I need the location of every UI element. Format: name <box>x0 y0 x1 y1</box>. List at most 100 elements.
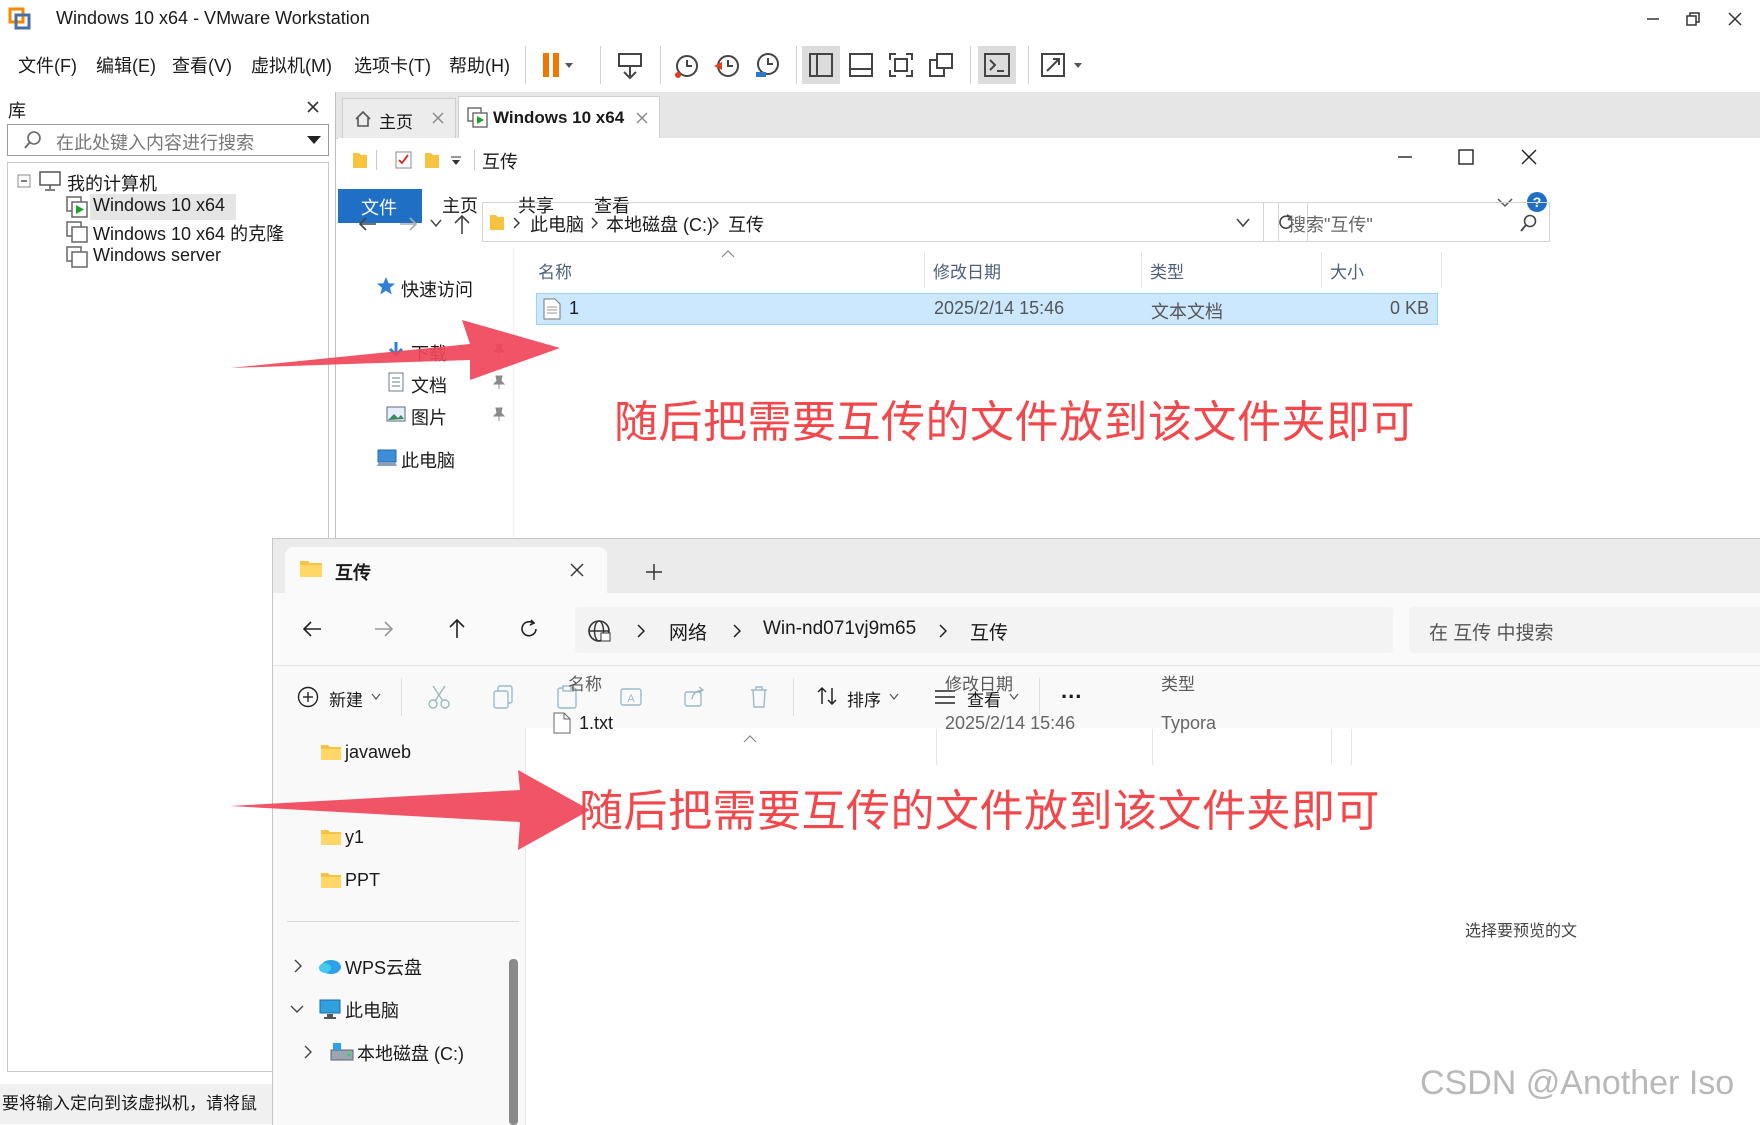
full-screen-icon[interactable] <box>882 46 920 84</box>
status-text: 要将输入定向到该虚拟机，请将鼠 <box>2 1094 257 1113</box>
host-search-placeholder: 在 互传 中搜索 <box>1429 623 1554 644</box>
nav-pictures[interactable]: 图片 <box>411 404 447 430</box>
up-icon[interactable] <box>447 617 467 639</box>
menu-view[interactable]: 查看(V) <box>172 52 232 78</box>
tree-item-win-server[interactable]: Windows server <box>93 245 221 266</box>
new-button[interactable]: 新建 <box>329 686 363 711</box>
new-folder-icon[interactable] <box>424 150 440 170</box>
nav-local-disk[interactable]: 本地磁盘 (C:) <box>357 1040 464 1066</box>
expand-chevron-icon[interactable] <box>303 1045 313 1059</box>
snapshot-manager-icon[interactable] <box>748 46 786 84</box>
tree-item-win10-clone[interactable]: Windows 10 x64 的克隆 <box>93 220 284 246</box>
restore-icon[interactable] <box>1684 10 1702 28</box>
close-library-icon[interactable] <box>304 98 322 116</box>
forward-icon[interactable] <box>396 214 420 234</box>
column-header-name[interactable]: 名称 <box>538 258 572 283</box>
send-ctrl-alt-del-icon[interactable] <box>612 46 650 84</box>
recent-locations-icon[interactable] <box>430 218 442 228</box>
nav-wps-cloud[interactable]: WPS云盘 <box>345 954 422 980</box>
this-pc-icon <box>318 998 342 1020</box>
column-header-modified[interactable]: 修改日期 <box>933 258 1001 283</box>
breadcrumb-chevron-icon <box>513 217 521 229</box>
refresh-icon[interactable] <box>518 618 540 640</box>
vm-icon <box>65 220 89 244</box>
breadcrumb-chevron-icon <box>939 624 947 638</box>
tree-root-my-computer[interactable]: 我的计算机 <box>67 170 157 196</box>
tab-home[interactable]: 主页 <box>342 98 456 139</box>
back-icon[interactable] <box>301 619 323 639</box>
pause-icon[interactable] <box>538 46 576 84</box>
expand-chevron-icon[interactable] <box>293 959 303 973</box>
properties-icon[interactable] <box>394 150 414 170</box>
column-header-type[interactable]: 类型 <box>1161 670 1195 695</box>
file-row[interactable]: 1.txt 2025/2/14 15:46 Typora <box>545 707 1345 741</box>
nav-folder-javaweb[interactable]: javaweb <box>345 742 411 763</box>
nav-scrollbar[interactable] <box>509 959 518 1125</box>
up-icon[interactable] <box>452 212 472 236</box>
nav-folder-ppt[interactable]: PPT <box>345 870 380 891</box>
library-search-box[interactable]: 在此处键入内容进行搜索 <box>7 124 329 156</box>
pictures-icon <box>386 405 406 423</box>
qat-dropdown-icon[interactable] <box>450 156 462 166</box>
nav-this-pc[interactable]: 此电脑 <box>401 447 455 473</box>
unity-icon[interactable] <box>922 46 960 84</box>
host-breadcrumb-current[interactable]: 互传 <box>970 618 1008 645</box>
back-icon[interactable] <box>356 214 380 234</box>
close-icon[interactable] <box>1726 10 1744 28</box>
breadcrumb-this-pc[interactable]: 此电脑 <box>530 211 584 237</box>
nav-this-pc[interactable]: 此电脑 <box>345 997 399 1023</box>
menu-tabs[interactable]: 选项卡(T) <box>354 52 431 78</box>
show-library-icon[interactable] <box>802 46 840 84</box>
nav-quick-access[interactable]: 快速访问 <box>401 276 473 302</box>
host-address-bar[interactable]: 网络 Win-nd071vj9m65 互传 <box>575 607 1393 653</box>
forward-icon[interactable] <box>373 619 395 639</box>
close-icon[interactable] <box>1520 148 1538 166</box>
new-tab-icon[interactable] <box>645 563 663 581</box>
breadcrumb-current[interactable]: 互传 <box>728 211 764 237</box>
minimize-icon[interactable] <box>1644 10 1662 28</box>
guest-address-bar[interactable]: 此电脑 本地磁盘 (C:) 互传 <box>482 202 1308 242</box>
revert-snapshot-icon[interactable] <box>708 46 746 84</box>
host-breadcrumb-host[interactable]: Win-nd071vj9m65 <box>763 618 916 640</box>
console-view-icon[interactable] <box>978 46 1016 84</box>
column-header-type[interactable]: 类型 <box>1150 258 1184 283</box>
collapse-chevron-icon[interactable] <box>290 1004 304 1014</box>
column-header-size[interactable]: 大小 <box>1330 258 1364 283</box>
file-row[interactable]: 1 2025/2/14 15:46 文本文档 0 KB <box>536 293 1438 325</box>
column-divider <box>1441 252 1442 288</box>
toolbar-separator <box>796 46 797 84</box>
host-breadcrumb-network[interactable]: 网络 <box>669 618 707 645</box>
menu-edit[interactable]: 编辑(E) <box>96 52 156 78</box>
copy-icon[interactable] <box>491 684 515 710</box>
tab-close-icon[interactable] <box>431 111 445 125</box>
more-options-button[interactable]: ... <box>1061 678 1082 704</box>
minimize-icon[interactable] <box>1396 148 1414 166</box>
menu-help[interactable]: 帮助(H) <box>449 52 510 78</box>
guest-search-box[interactable]: 搜索"互传" <box>1278 202 1550 242</box>
dropdown-arrow-icon[interactable] <box>306 134 322 146</box>
address-dropdown-icon[interactable] <box>1235 217 1251 229</box>
cut-icon[interactable] <box>427 684 451 710</box>
tab-close-icon[interactable] <box>569 562 585 578</box>
snapshot-icon[interactable] <box>668 46 706 84</box>
vm-icon <box>65 245 89 269</box>
tree-item-win10[interactable]: Windows 10 x64 <box>93 195 225 216</box>
host-search-box[interactable]: 在 互传 中搜索 <box>1409 607 1760 653</box>
maximize-icon[interactable] <box>1457 148 1475 166</box>
column-header-name[interactable]: 名称 <box>568 670 602 695</box>
menu-vm[interactable]: 虚拟机(M) <box>251 52 332 78</box>
vmware-status-bar: 要将输入定向到该虚拟机，请将鼠 <box>0 1084 272 1124</box>
toolbar-separator <box>525 46 526 84</box>
stretch-guest-icon[interactable] <box>1036 46 1082 84</box>
breadcrumb-local-disk[interactable]: 本地磁盘 (C:) <box>606 211 713 237</box>
thumbnail-bar-icon[interactable] <box>842 46 880 84</box>
tab-windows10[interactable]: Windows 10 x64 <box>458 96 660 140</box>
host-tab[interactable]: 互传 <box>285 547 607 593</box>
tab-close-icon[interactable] <box>635 111 649 125</box>
pin-icon[interactable] <box>492 406 506 422</box>
file-modified: 2025/2/14 15:46 <box>934 298 1065 318</box>
column-header-modified[interactable]: 修改日期 <box>945 670 1013 695</box>
vmware-tab-strip: 主页 Windows 10 x64 <box>336 92 1760 140</box>
collapse-icon[interactable] <box>17 174 31 188</box>
menu-file[interactable]: 文件(F) <box>18 52 77 78</box>
